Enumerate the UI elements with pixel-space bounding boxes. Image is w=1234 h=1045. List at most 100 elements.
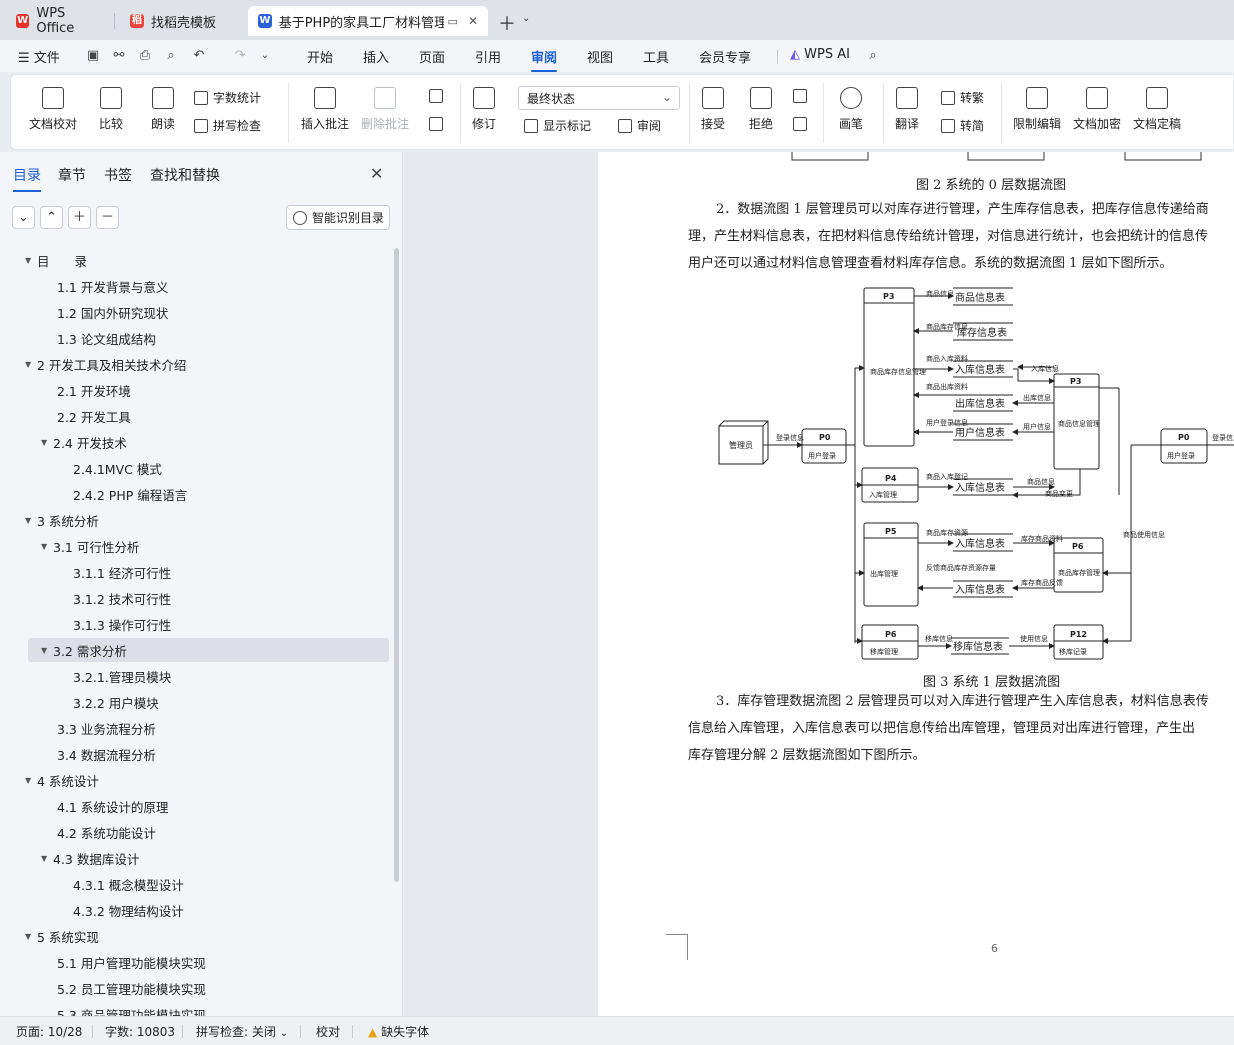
tab-wps-office[interactable]: W WPS Office: [6, 6, 115, 36]
proofread-status[interactable]: 校对: [316, 1023, 340, 1040]
restrict-edit-button[interactable]: 限制编辑: [1013, 87, 1061, 132]
collapse-triangle-icon[interactable]: ▼: [25, 360, 37, 369]
to-simplified-button[interactable]: 转简: [941, 117, 984, 134]
toc-item[interactable]: ▼ 目 录: [25, 248, 87, 272]
tab-docer[interactable]: 稻 找稻壳模板: [120, 6, 244, 36]
toc-item[interactable]: 2.2 开发工具: [41, 404, 131, 428]
toc-item[interactable]: ▼ 4.3 数据库设计: [41, 846, 139, 870]
toc-item[interactable]: 4.2 系统功能设计: [41, 820, 156, 844]
toc-item[interactable]: 4.3.2 物理结构设计: [57, 898, 184, 922]
accept-button[interactable]: 接受: [701, 87, 725, 132]
menu-tools[interactable]: 工具: [643, 47, 669, 66]
nav-tab-bookmark[interactable]: 书签: [104, 165, 132, 185]
collapse-triangle-icon[interactable]: ▼: [41, 854, 53, 863]
toc-item[interactable]: ▼ 3.2 需求分析: [28, 638, 389, 662]
toc-item[interactable]: 5.1 用户管理功能模块实现: [41, 950, 206, 974]
menu-reference[interactable]: 引用: [475, 47, 501, 66]
toc-item[interactable]: 5.3 商品管理功能模块实现: [41, 1002, 206, 1017]
finalize-button[interactable]: 文档定稿: [1133, 87, 1181, 132]
print-icon[interactable]: ⎙: [137, 48, 153, 64]
toc-item[interactable]: 1.3 论文组成结构: [41, 326, 156, 350]
translate-button[interactable]: 翻译: [895, 87, 919, 132]
collapse-triangle-icon[interactable]: ▼: [25, 776, 37, 785]
new-tab-icon[interactable]: ＋: [498, 10, 516, 36]
to-traditional-button[interactable]: 转繁: [941, 89, 984, 106]
spell-check-button[interactable]: 拼写检查: [194, 117, 261, 134]
toc-item[interactable]: 3.1.1 经济可行性: [57, 560, 171, 584]
page-indicator[interactable]: 页面: 10/28: [16, 1023, 82, 1040]
collapse-triangle-icon[interactable]: ▼: [41, 438, 53, 447]
close-icon[interactable]: ✕: [370, 164, 383, 183]
toc-item[interactable]: 3.3 业务流程分析: [41, 716, 156, 740]
smart-toc-button[interactable]: 智能识别目录: [286, 205, 390, 230]
toc-item[interactable]: ▼ 4 系统设计: [25, 768, 99, 792]
collapse-triangle-icon[interactable]: ▼: [25, 516, 37, 525]
search-icon[interactable]: ⌕: [865, 48, 881, 64]
toc-item[interactable]: 3.1.2 技术可行性: [57, 586, 171, 610]
missing-font-status[interactable]: ▲ 缺失字体: [368, 1023, 429, 1040]
toc-item[interactable]: 1.1 开发背景与意义: [41, 274, 168, 298]
prev-revision-button[interactable]: [793, 89, 812, 103]
menu-start[interactable]: 开始: [307, 47, 333, 66]
link-icon[interactable]: ⚯: [111, 48, 127, 64]
pen-button[interactable]: 画笔: [839, 87, 863, 132]
encrypt-button[interactable]: 文档加密: [1073, 87, 1121, 132]
toc-item[interactable]: 5.2 员工管理功能模块实现: [41, 976, 206, 1000]
word-count-button[interactable]: 字数统计: [194, 89, 261, 106]
menu-member[interactable]: 会员专享: [699, 47, 751, 66]
tab-document[interactable]: W 基于PHP的家具工厂材料管理 ▭ ✕: [248, 6, 488, 36]
delete-comment-button[interactable]: 删除批注: [361, 87, 409, 132]
toc-item[interactable]: 2.4.2 PHP 编程语言: [57, 482, 187, 506]
collapse-triangle-icon[interactable]: ▼: [25, 932, 37, 941]
toc-item[interactable]: 3.2.1.管理员模块: [57, 664, 171, 688]
toc-item[interactable]: 2.4.1MVC 模式: [57, 456, 162, 480]
next-comment-button[interactable]: [429, 117, 448, 131]
read-aloud-button[interactable]: 朗读: [151, 87, 175, 132]
undo-icon[interactable]: ↶: [191, 48, 207, 64]
redo-icon[interactable]: ↷: [232, 48, 248, 64]
toc-item[interactable]: 3.2.2 用户模块: [57, 690, 159, 714]
toc-item[interactable]: ▼ 2.4 开发技术: [41, 430, 127, 454]
toc-scrollbar[interactable]: [394, 248, 399, 882]
close-tab-icon[interactable]: ✕: [468, 14, 478, 28]
toc-item[interactable]: ▼ 5 系统实现: [25, 924, 99, 948]
menu-review[interactable]: 审阅: [531, 47, 558, 72]
markup-state-select[interactable]: 最终状态 ⌄: [518, 86, 680, 110]
toc-item[interactable]: 3.1.3 操作可行性: [57, 612, 171, 636]
nav-tab-chapter[interactable]: 章节: [58, 165, 86, 185]
reject-button[interactable]: 拒绝: [749, 87, 773, 132]
insert-comment-button[interactable]: 插入批注: [301, 87, 349, 132]
quick-access-chevron-icon[interactable]: ⌄: [257, 48, 273, 64]
review-pane-button[interactable]: 审阅: [618, 117, 661, 134]
toc-item[interactable]: 2.1 开发环境: [41, 378, 131, 402]
toc-item[interactable]: 1.2 国内外研究现状: [41, 300, 168, 324]
menu-page[interactable]: 页面: [419, 47, 445, 66]
wps-ai-button[interactable]: ◭ WPS AI: [790, 47, 850, 62]
toc-item[interactable]: 4.1 系统设计的原理: [41, 794, 168, 818]
file-menu[interactable]: ☰ 文件: [18, 47, 60, 66]
revise-button[interactable]: 修订: [472, 87, 496, 132]
add-heading-button[interactable]: ＋: [68, 206, 91, 229]
menu-insert[interactable]: 插入: [363, 47, 389, 66]
menu-view[interactable]: 视图: [587, 47, 613, 66]
toc-item[interactable]: 3.4 数据流程分析: [41, 742, 156, 766]
show-marks-button[interactable]: 显示标记: [524, 117, 591, 134]
expand-all-button[interactable]: ⌄: [12, 206, 35, 229]
toc-item[interactable]: ▼ 3 系统分析: [25, 508, 99, 532]
collapse-triangle-icon[interactable]: ▼: [41, 542, 53, 551]
collapse-triangle-icon[interactable]: ▼: [41, 646, 53, 655]
next-revision-button[interactable]: [793, 117, 812, 131]
doc-check-button[interactable]: 文档校对: [29, 87, 77, 132]
save-icon[interactable]: ▣: [85, 48, 101, 64]
remove-heading-button[interactable]: －: [96, 206, 119, 229]
spell-check-status[interactable]: 拼写检查: 关闭 ⌄: [196, 1023, 288, 1040]
nav-tab-toc[interactable]: 目录: [13, 165, 41, 192]
tab-list-chevron-icon[interactable]: ⌄: [522, 13, 530, 24]
toc-item[interactable]: ▼ 3.1 可行性分析: [41, 534, 139, 558]
compare-button[interactable]: 比较: [99, 87, 123, 132]
prev-comment-button[interactable]: [429, 89, 448, 103]
nav-tab-find-replace[interactable]: 查找和替换: [150, 165, 220, 185]
collapse-triangle-icon[interactable]: ▼: [25, 256, 37, 265]
print-preview-icon[interactable]: ⌕: [163, 48, 179, 64]
toc-item[interactable]: 4.3.1 概念模型设计: [57, 872, 184, 896]
